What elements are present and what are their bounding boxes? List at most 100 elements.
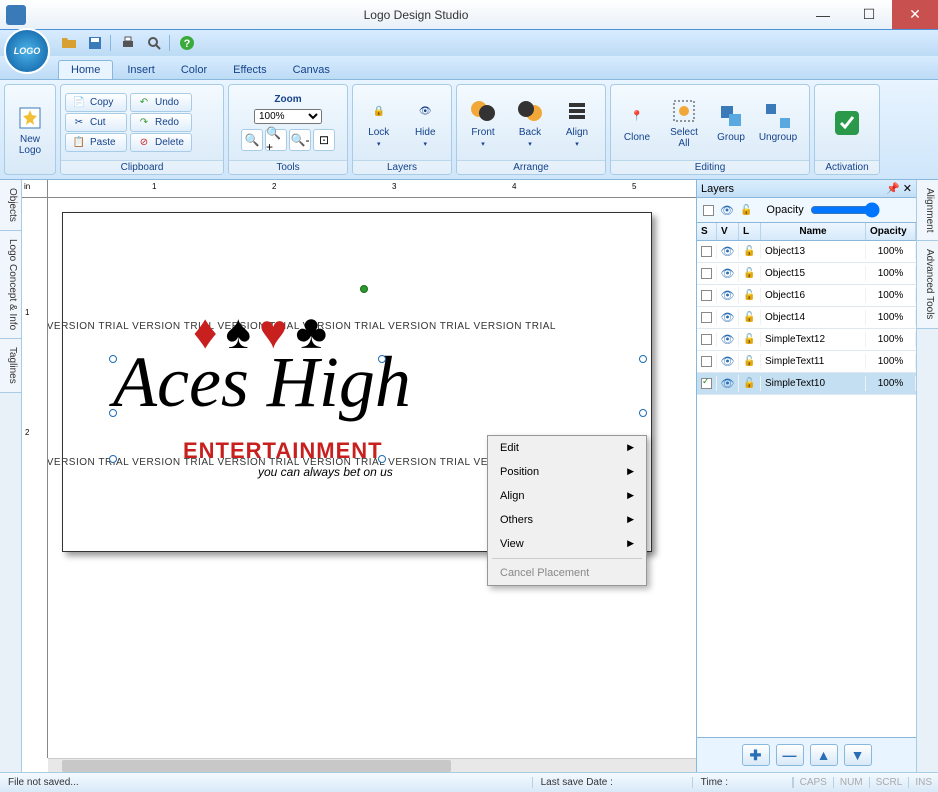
sidetab-taglines[interactable]: Taglines	[0, 339, 21, 393]
layer-row[interactable]: 👁🔓SimpleText11100%	[697, 351, 916, 373]
app-logo[interactable]: LOGO	[4, 28, 50, 74]
help-icon[interactable]: ?	[178, 34, 196, 52]
handle-ne[interactable]	[639, 355, 647, 363]
ctx-edit[interactable]: Edit▶	[488, 436, 646, 460]
ctx-align[interactable]: Align▶	[488, 484, 646, 508]
svg-text:?: ?	[184, 38, 191, 50]
layer-select-checkbox[interactable]	[701, 246, 712, 257]
logo-sub-text[interactable]: ENTERTAINMENT	[183, 438, 383, 464]
layer-select-checkbox[interactable]	[701, 356, 712, 367]
new-logo-button[interactable]: New Logo	[9, 99, 51, 161]
zoom-tool-icon[interactable]: 🔍	[241, 129, 263, 151]
eye-icon[interactable]: 👁	[721, 267, 735, 280]
canvas-area: in 1 2 3 4 5 1 2 TRIAL VERSION TRIAL VER…	[22, 180, 696, 772]
zoom-fit-icon[interactable]: ⊡	[313, 129, 335, 151]
back-button[interactable]: Back▾	[508, 92, 552, 154]
layer-name: SimpleText12	[761, 332, 866, 347]
eye-icon[interactable]: 👁	[721, 377, 735, 390]
layer-row[interactable]: 👁🔓Object15100%	[697, 263, 916, 285]
layer-row[interactable]: 👁🔓Object14100%	[697, 307, 916, 329]
layer-select-checkbox[interactable]	[701, 312, 712, 323]
paste-button[interactable]: 📋Paste	[65, 133, 127, 152]
save-icon[interactable]	[86, 34, 104, 52]
handle-e[interactable]	[639, 409, 647, 417]
close-button[interactable]: ✕	[892, 0, 938, 29]
lock-icon[interactable]: 🔓	[743, 312, 755, 323]
layer-down-button[interactable]: ▼	[844, 744, 872, 766]
sidetab-advanced-tools[interactable]: Advanced Tools	[917, 241, 938, 328]
tab-color[interactable]: Color	[169, 61, 219, 79]
eye-icon[interactable]: 👁	[721, 245, 735, 258]
opacity-master-checkbox[interactable]	[703, 205, 714, 216]
zoom-in-icon[interactable]: 🔍+	[265, 129, 287, 151]
eye-icon[interactable]: 👁	[721, 311, 735, 324]
eye-icon[interactable]: 👁	[721, 289, 735, 302]
ruler-horizontal: 1 2 3 4 5	[48, 180, 696, 198]
layer-add-button[interactable]: ✚	[742, 744, 770, 766]
eye-icon[interactable]: 👁	[720, 204, 734, 217]
tab-home[interactable]: Home	[58, 60, 113, 79]
layers-list: 👁🔓Object13100%👁🔓Object15100%👁🔓Object1610…	[697, 241, 916, 737]
layer-row[interactable]: 👁🔓SimpleText12100%	[697, 329, 916, 351]
lock-icon[interactable]: 🔓	[743, 334, 755, 345]
layer-select-checkbox[interactable]	[701, 378, 712, 389]
layers-pin-icon[interactable]: 📌	[886, 183, 900, 195]
maximize-button[interactable]: ☐	[846, 0, 892, 29]
sidetab-alignment[interactable]: Alignment	[917, 180, 938, 241]
ctx-others[interactable]: Others▶	[488, 508, 646, 532]
eye-icon[interactable]: 👁	[721, 333, 735, 346]
logo-main-text[interactable]: Aces High	[113, 341, 411, 424]
tools-group-label: Tools	[229, 160, 347, 174]
ctx-position[interactable]: Position▶	[488, 460, 646, 484]
layer-up-button[interactable]: ▲	[810, 744, 838, 766]
ungroup-button[interactable]: Ungroup	[756, 92, 800, 154]
hide-button[interactable]: 👁Hide▾	[404, 92, 448, 154]
align-button[interactable]: Align▾	[555, 92, 599, 154]
opacity-slider[interactable]	[810, 202, 880, 218]
ctx-view[interactable]: View▶	[488, 532, 646, 556]
rotate-handle[interactable]	[360, 285, 368, 293]
lock-icon[interactable]: 🔓	[743, 378, 755, 389]
redo-button[interactable]: ↷Redo	[130, 113, 192, 132]
tab-effects[interactable]: Effects	[221, 61, 278, 79]
horizontal-scrollbar[interactable]	[48, 758, 696, 772]
activation-icon	[833, 109, 861, 137]
layer-row[interactable]: 👁🔓Object13100%	[697, 241, 916, 263]
sidetab-objects[interactable]: Objects	[0, 180, 21, 231]
layer-row[interactable]: 👁🔓Object16100%	[697, 285, 916, 307]
lock-icon[interactable]: 🔓	[743, 268, 755, 279]
minimize-button[interactable]: —	[800, 0, 846, 29]
caps-indicator: CAPS	[793, 777, 833, 788]
logo-tagline[interactable]: you can always bet on us	[258, 465, 393, 479]
front-button[interactable]: Front▾	[461, 92, 505, 154]
sidetab-logo-concept[interactable]: Logo Concept & Info	[0, 231, 21, 339]
layers-close-icon[interactable]: ✕	[903, 183, 912, 195]
preview-icon[interactable]	[145, 34, 163, 52]
clone-button[interactable]: 📍Clone	[615, 92, 659, 154]
editing-group-label: Editing	[611, 160, 809, 174]
layer-select-checkbox[interactable]	[701, 290, 712, 301]
delete-button[interactable]: ⊘Delete	[130, 133, 192, 152]
group-button[interactable]: Group	[709, 92, 753, 154]
activation-button[interactable]	[819, 92, 875, 154]
select-all-button[interactable]: Select All	[662, 92, 706, 154]
layer-select-checkbox[interactable]	[701, 268, 712, 279]
eye-icon[interactable]: 👁	[721, 355, 735, 368]
lock-button[interactable]: 🔒Lock▾	[357, 92, 401, 154]
print-icon[interactable]	[119, 34, 137, 52]
tab-canvas[interactable]: Canvas	[281, 61, 342, 79]
layer-row[interactable]: 👁🔓SimpleText10100%	[697, 373, 916, 395]
cut-button[interactable]: ✂Cut	[65, 113, 127, 132]
lock-icon[interactable]: 🔓	[743, 246, 755, 257]
open-icon[interactable]	[60, 34, 78, 52]
lock-icon[interactable]: 🔓	[743, 290, 755, 301]
layer-remove-button[interactable]: —	[776, 744, 804, 766]
undo-button[interactable]: ↶Undo	[130, 93, 192, 112]
copy-button[interactable]: 📄Copy	[65, 93, 127, 112]
tab-insert[interactable]: Insert	[115, 61, 167, 79]
zoom-select[interactable]: 100%	[254, 109, 322, 124]
lock-icon[interactable]: 🔓	[743, 356, 755, 367]
lock-master-icon[interactable]: 🔓	[740, 205, 752, 216]
layer-select-checkbox[interactable]	[701, 334, 712, 345]
zoom-out-icon[interactable]: 🔍-	[289, 129, 311, 151]
